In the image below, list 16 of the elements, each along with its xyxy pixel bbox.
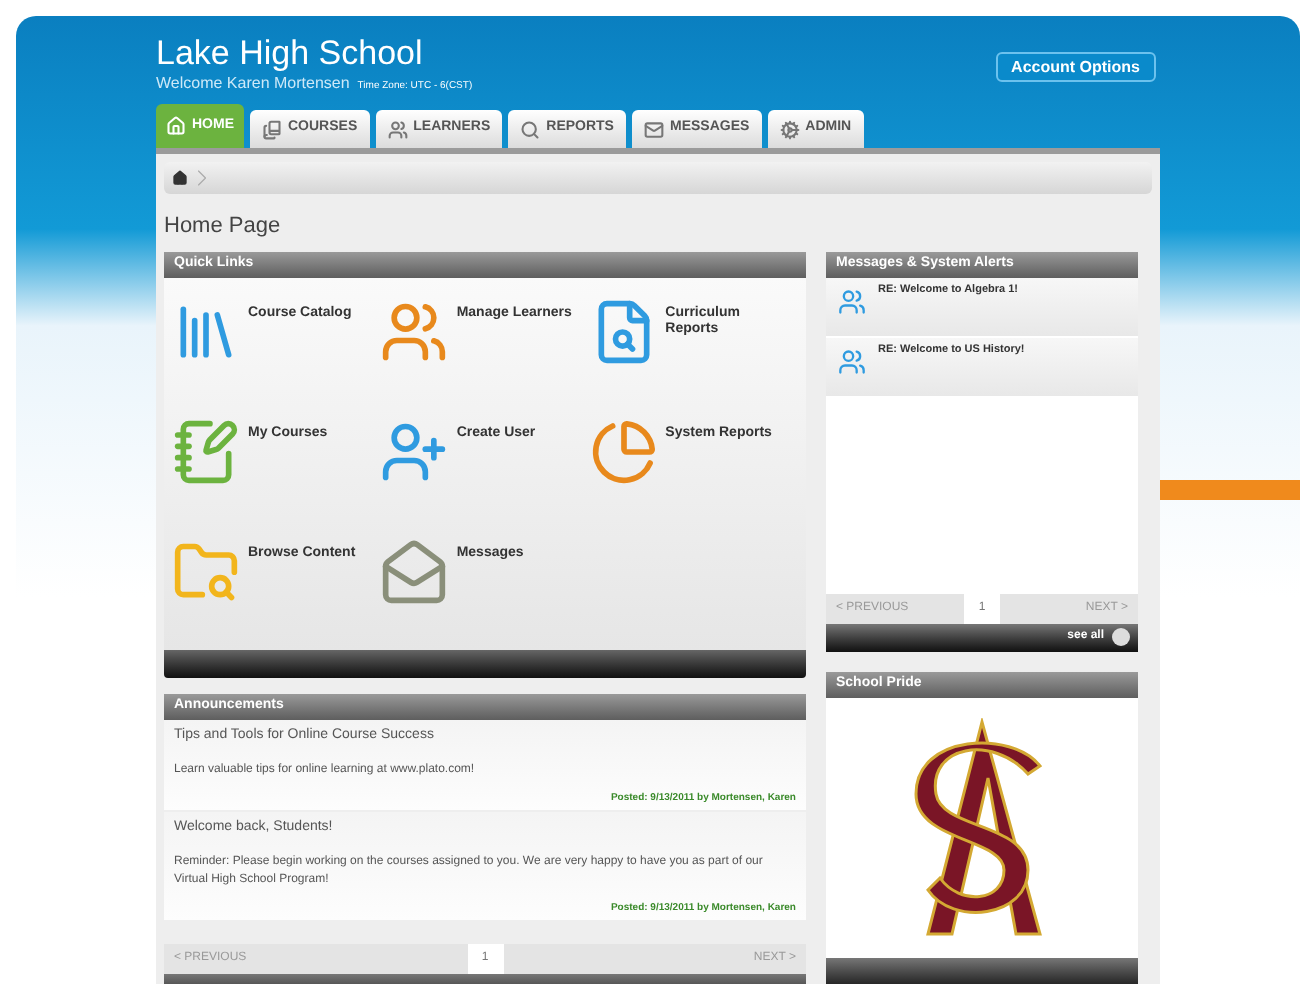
gears-icon xyxy=(779,119,800,139)
notebook-icon[interactable] xyxy=(172,417,240,485)
people-icon xyxy=(838,347,866,375)
search-icon xyxy=(520,119,541,139)
home-icon xyxy=(166,116,186,136)
home-icon[interactable] xyxy=(172,170,188,186)
welcome-text: Welcome Karen Mortensen xyxy=(156,72,350,96)
envelope-icon xyxy=(643,119,664,139)
account-options-button[interactable]: Account Options xyxy=(995,52,1156,82)
page-title: Home Page xyxy=(164,212,283,242)
open-envelope-icon[interactable] xyxy=(380,537,449,605)
people-icon xyxy=(387,119,408,139)
people-icon xyxy=(838,287,866,315)
pie-chart-icon[interactable] xyxy=(589,417,658,485)
school-name: Lake High School xyxy=(156,34,425,72)
books-icon xyxy=(262,119,282,139)
